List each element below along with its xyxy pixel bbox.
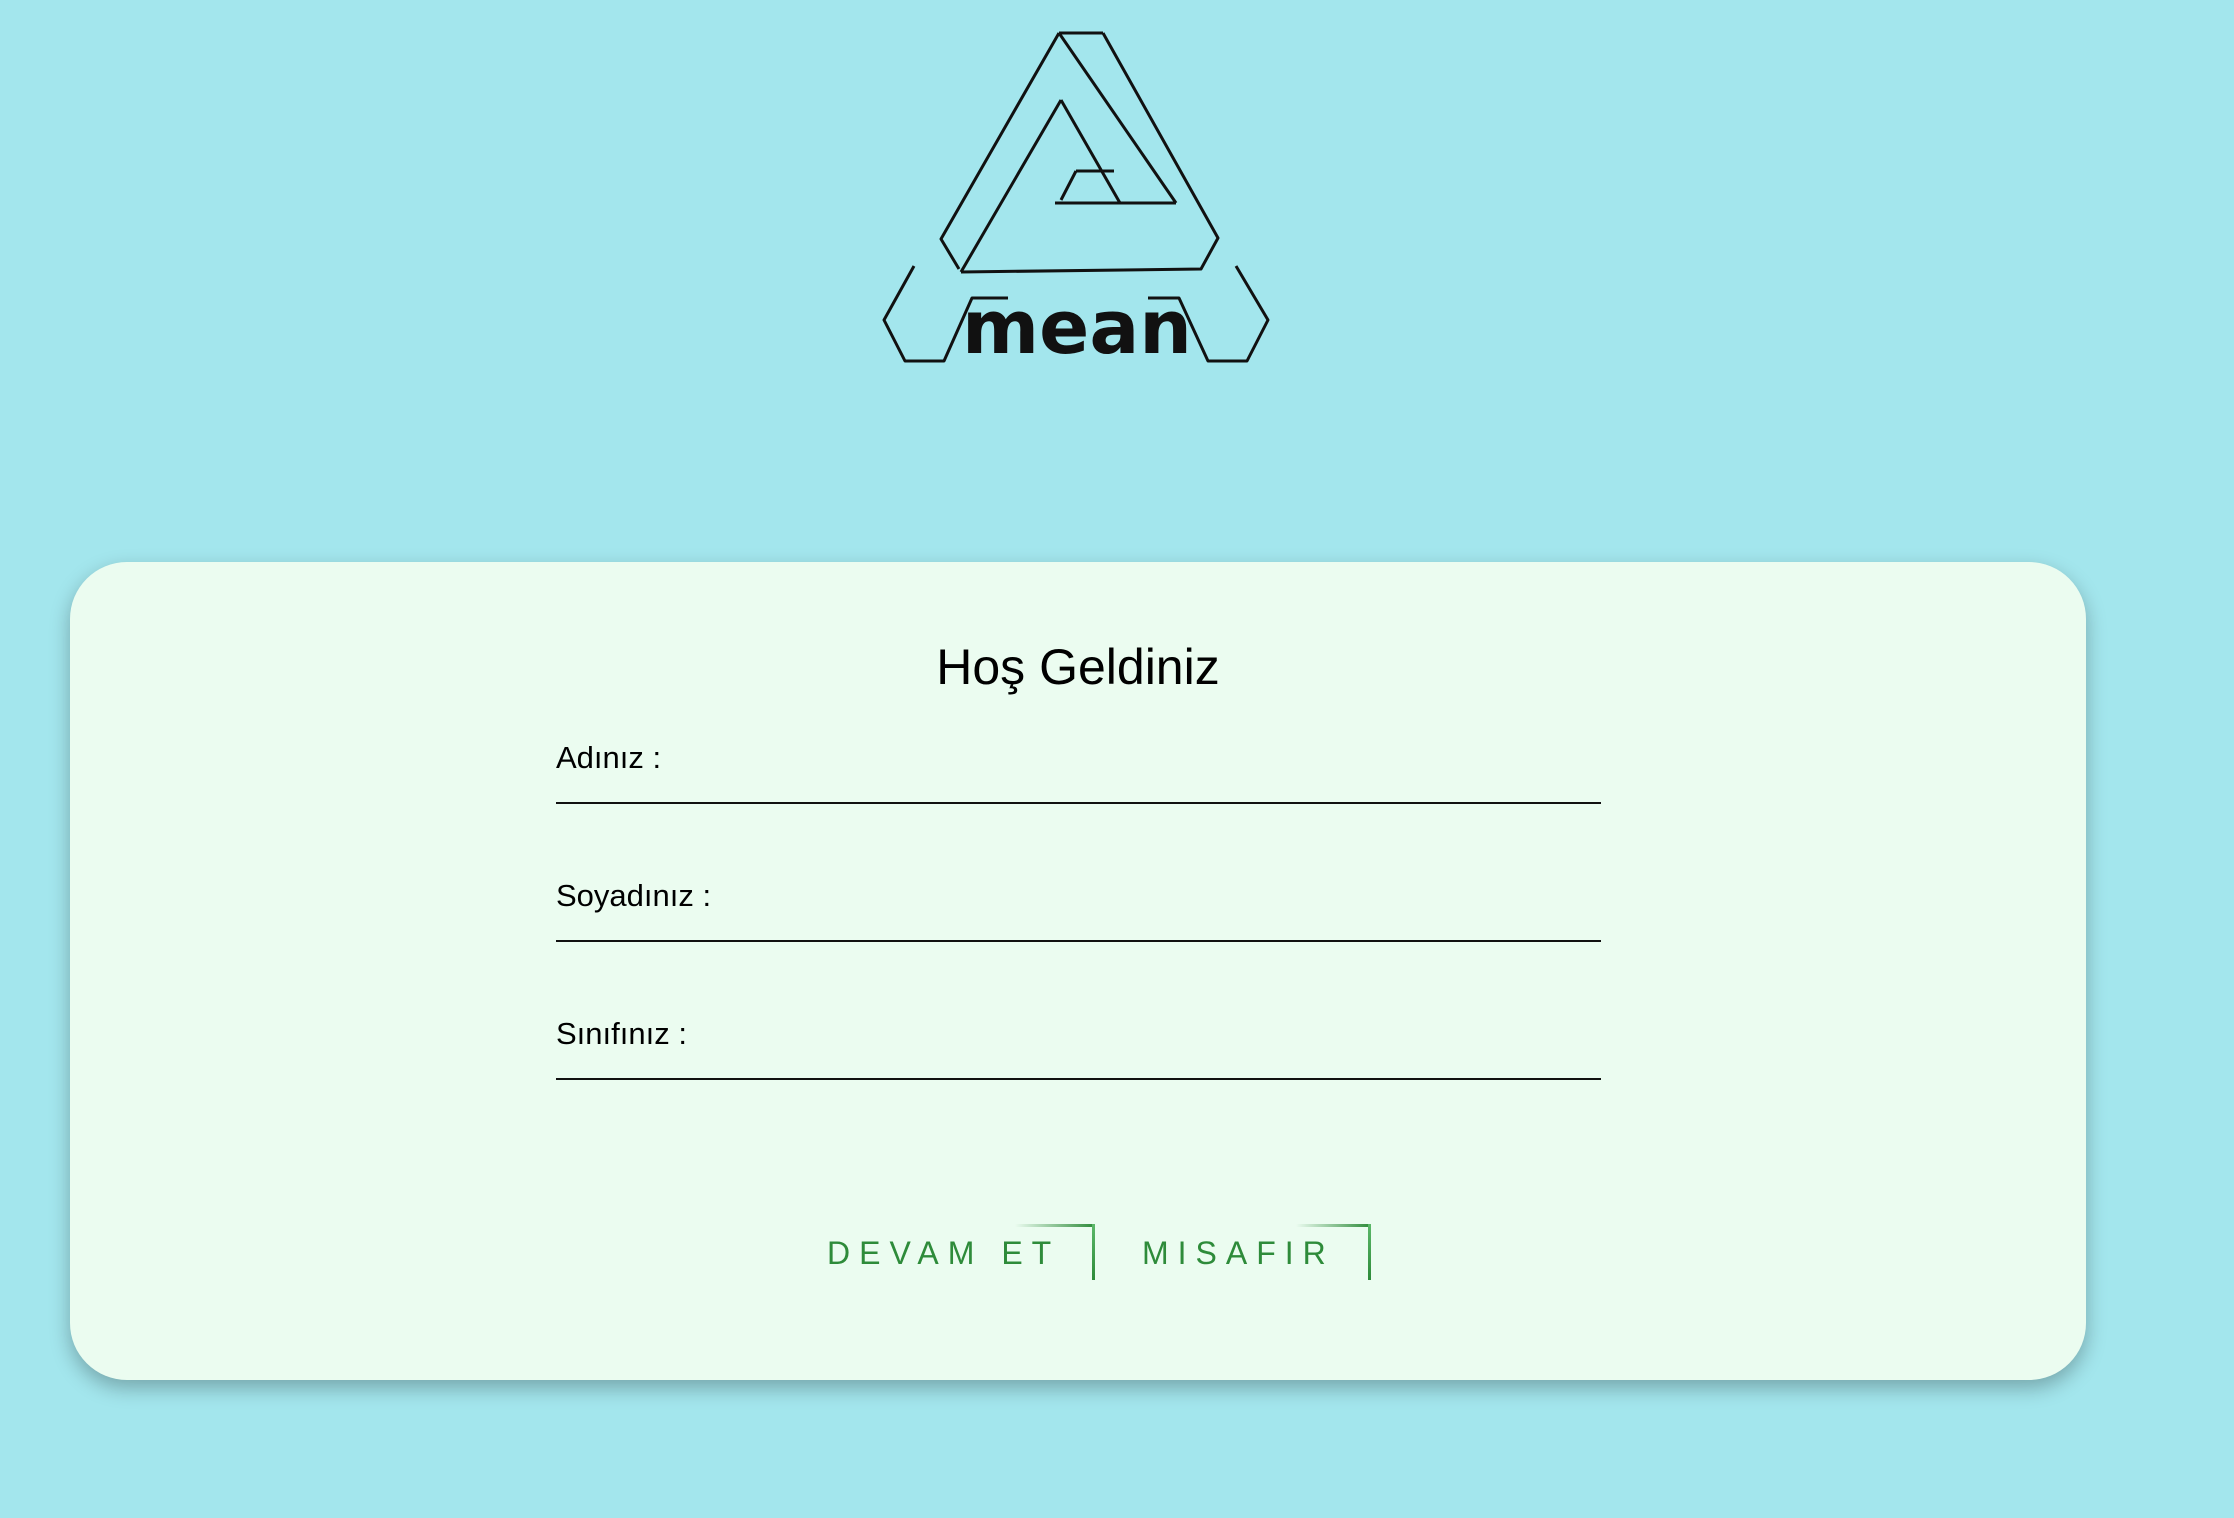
first-name-field: Adınız :	[556, 732, 1601, 804]
last-name-label: Soyadınız :	[556, 878, 712, 913]
mean-logo: mean	[880, 28, 1274, 374]
first-name-underline	[556, 802, 1601, 804]
impossible-triangle-logo-icon: mean	[882, 31, 1270, 371]
logo-brand-text: mean	[962, 285, 1192, 371]
continue-button-corner-top	[1015, 1224, 1095, 1227]
page-title: Hoş Geldiniz	[936, 639, 1220, 695]
continue-button-corner-side	[1092, 1224, 1095, 1280]
last-name-field: Soyadınız :	[556, 870, 1601, 942]
last-name-input[interactable]	[746, 870, 1601, 939]
first-name-input[interactable]	[696, 732, 1601, 801]
continue-button[interactable]: DEVAM ET	[827, 1224, 1095, 1280]
continue-button-label: DEVAM ET	[827, 1235, 1061, 1271]
welcome-card: Hoş Geldiniz Adınız : Soyadınız : Sınıfı…	[70, 562, 2086, 1380]
class-field: Sınıfınız :	[556, 1008, 1601, 1080]
class-label: Sınıfınız :	[556, 1016, 687, 1051]
guest-button-corner-side	[1368, 1224, 1371, 1280]
guest-button-label: MISAFIR	[1142, 1235, 1335, 1271]
guest-button-corner-top	[1296, 1224, 1371, 1227]
class-underline	[556, 1078, 1601, 1080]
guest-button[interactable]: MISAFIR	[1142, 1224, 1371, 1280]
last-name-underline	[556, 940, 1601, 942]
first-name-label: Adınız :	[556, 740, 662, 775]
class-input[interactable]	[716, 1008, 1601, 1077]
